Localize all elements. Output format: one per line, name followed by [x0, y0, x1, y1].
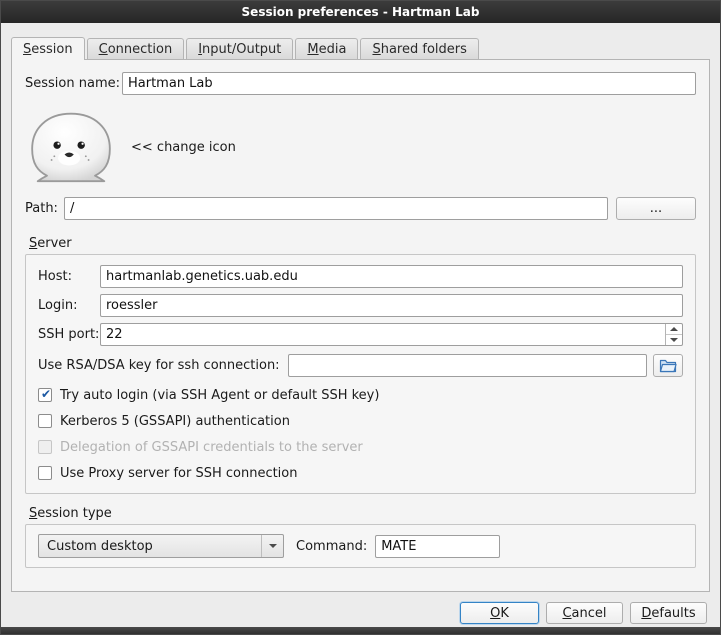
login-label: Login: [38, 298, 100, 313]
path-row: Path: ... [25, 197, 696, 220]
rsa-key-row: Use RSA/DSA key for ssh connection: [38, 354, 683, 377]
cancel-button-label: Cancel [562, 606, 606, 621]
login-row: Login: [38, 294, 683, 317]
spin-down-icon [670, 338, 678, 342]
server-group: Host: Login: SSH port: Use RSA/DSA k [25, 254, 696, 494]
tab-shared-folders-label: Shared folders [372, 42, 466, 57]
tab-media[interactable]: Media [295, 38, 358, 59]
server-group-title: Server [29, 236, 696, 251]
session-name-label: Session name: [25, 76, 122, 91]
checkbox-proxy[interactable]: Use Proxy server for SSH connection [38, 463, 683, 483]
session-tab-panel: Session name: [11, 59, 710, 592]
chevron-down-icon [269, 544, 277, 548]
session-type-dropdown-value: Custom desktop [47, 539, 153, 554]
checkbox-indicator-disabled [38, 440, 52, 454]
seal-session-icon[interactable] [25, 109, 117, 185]
ssh-port-label: SSH port: [38, 327, 100, 342]
ok-button[interactable]: OK [460, 602, 539, 624]
ssh-port-spinbox [100, 323, 683, 346]
rsa-key-input[interactable] [288, 354, 647, 377]
session-type-group: Custom desktop Command: [25, 524, 696, 568]
session-preferences-window: Session preferences - Hartman Lab Sessio… [0, 0, 721, 635]
spin-up-button[interactable] [666, 324, 682, 335]
folder-open-icon [659, 358, 677, 373]
checkbox-indicator[interactable] [38, 466, 52, 480]
checkbox-indicator[interactable] [38, 414, 52, 428]
checkbox-kerberos-label: Kerberos 5 (GSSAPI) authentication [60, 414, 290, 429]
window-titlebar[interactable]: Session preferences - Hartman Lab [1, 1, 720, 23]
command-input[interactable] [375, 535, 500, 558]
path-label: Path: [25, 201, 64, 216]
session-type-dropdown[interactable]: Custom desktop [38, 534, 284, 558]
rsa-key-browse-button[interactable] [653, 354, 683, 377]
change-icon-label: << change icon [131, 140, 236, 155]
tab-shared-folders[interactable]: Shared folders [360, 38, 478, 59]
spin-up-icon [670, 327, 678, 331]
spin-buttons [665, 324, 682, 345]
tab-input-output[interactable]: Input/Output [186, 38, 293, 59]
host-label: Host: [38, 269, 100, 284]
tab-input-output-label: Input/Output [198, 42, 281, 57]
dropdown-arrow-zone[interactable] [261, 535, 283, 557]
checkbox-indicator-checked-icon[interactable] [38, 388, 52, 402]
checkbox-proxy-label: Use Proxy server for SSH connection [60, 466, 298, 481]
session-name-row: Session name: [25, 72, 696, 95]
host-row: Host: [38, 265, 683, 288]
checkbox-gssapi-delegation: Delegation of GSSAPI credentials to the … [38, 437, 683, 457]
path-browse-label: ... [650, 201, 662, 216]
ssh-port-input[interactable] [100, 323, 683, 346]
checkbox-auto-login-label: Try auto login (via SSH Agent or default… [60, 388, 379, 403]
command-label: Command: [296, 539, 367, 554]
tab-connection-label: Connection [99, 42, 173, 57]
path-browse-button[interactable]: ... [616, 197, 696, 220]
checkbox-auto-login[interactable]: Try auto login (via SSH Agent or default… [38, 385, 683, 405]
session-icon-row: << change icon [25, 109, 696, 185]
window-title: Session preferences - Hartman Lab [242, 5, 480, 19]
session-type-group-title: Session type [29, 506, 696, 521]
defaults-button[interactable]: Defaults [630, 602, 707, 624]
dialog-button-row: OK Cancel Defaults [1, 602, 707, 624]
tab-media-label: Media [307, 42, 346, 57]
login-input[interactable] [100, 294, 683, 317]
tab-session-label: Session [23, 42, 73, 57]
cancel-button[interactable]: Cancel [546, 602, 623, 624]
ok-button-label: OK [490, 606, 509, 621]
host-input[interactable] [100, 265, 683, 288]
spin-down-button[interactable] [666, 335, 682, 345]
checkbox-kerberos[interactable]: Kerberos 5 (GSSAPI) authentication [38, 411, 683, 431]
tab-connection[interactable]: Connection [87, 38, 185, 59]
rsa-key-label: Use RSA/DSA key for ssh connection: [38, 358, 280, 373]
path-input[interactable] [64, 197, 608, 220]
tab-session[interactable]: Session [11, 37, 85, 60]
session-name-input[interactable] [122, 72, 696, 95]
defaults-button-label: Defaults [641, 606, 695, 621]
ssh-port-row: SSH port: [38, 323, 683, 346]
window-bottom-edge [1, 627, 720, 634]
tab-bar: Session Connection Input/Output Media Sh… [11, 37, 710, 59]
checkbox-gssapi-delegation-label: Delegation of GSSAPI credentials to the … [60, 440, 363, 455]
